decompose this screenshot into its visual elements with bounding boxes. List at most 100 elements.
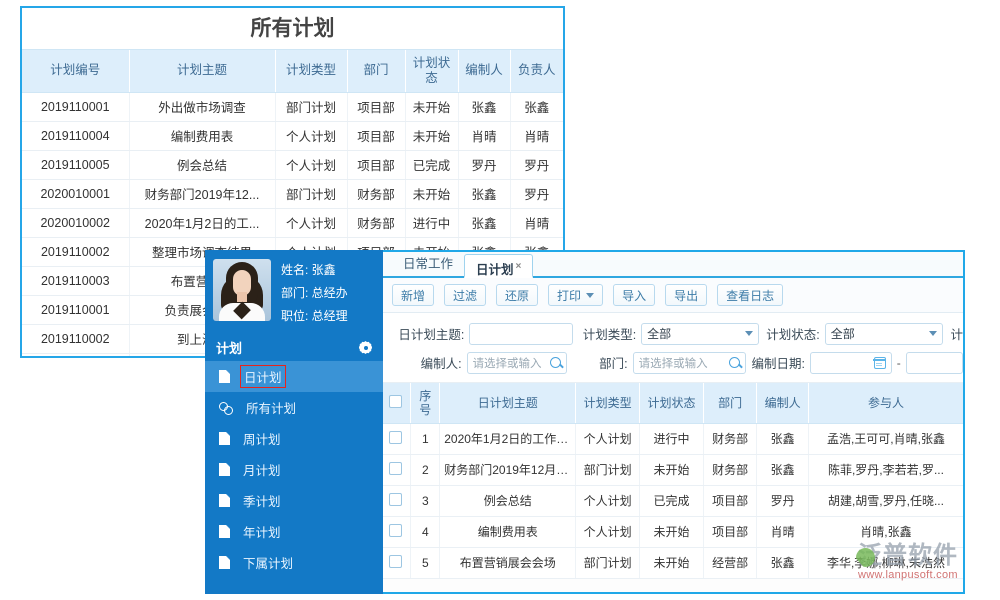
cell-type: 部门计划 [576, 547, 640, 578]
grid-col-status[interactable]: 计划状态 [640, 383, 704, 423]
row-checkbox[interactable] [389, 462, 402, 475]
col-header-maker[interactable]: 编制人 [458, 50, 510, 92]
sidebar-item-年计划[interactable]: 年计划 [205, 516, 383, 547]
cell-maker: 罗丹 [458, 150, 510, 179]
cell-department: 经营部 [703, 547, 757, 578]
grid-col-index[interactable]: 序号 [411, 383, 440, 423]
grid-col-theme[interactable]: 日计划主题 [440, 383, 576, 423]
col-header-plan-status[interactable]: 计划状态 [405, 50, 458, 92]
cell-plan-no: 2019110003 [22, 266, 129, 295]
date-to-input[interactable] [906, 352, 963, 374]
search-icon[interactable] [550, 357, 561, 368]
grid-col-participants[interactable]: 参与人 [808, 383, 963, 423]
sidebar-item-下属计划[interactable]: 下属计划 [205, 547, 383, 578]
cell-plan-no: 2019110002 [22, 237, 129, 266]
table-row[interactable]: 2020010001财务部门2019年12...部门计划财务部未开始张鑫罗丹 [22, 179, 563, 208]
sidebar-item-日计划[interactable]: 日计划 [205, 361, 383, 392]
cell-type: 部门计划 [576, 454, 640, 485]
select-all-header[interactable] [380, 383, 411, 423]
table-row[interactable]: 2财务部门2019年12月的...部门计划未开始财务部张鑫陈菲,罗丹,李若若,罗… [380, 454, 963, 485]
cell-maker: 张鑫 [458, 92, 510, 121]
cell-row-checkbox[interactable] [380, 516, 411, 547]
col-header-plan-type[interactable]: 计划类型 [275, 50, 347, 92]
tab-daily-plan[interactable]: 日计划× [464, 254, 533, 278]
cell-row-checkbox[interactable] [380, 423, 411, 454]
document-icon [219, 432, 230, 445]
cell-department: 财务部 [347, 179, 405, 208]
col-header-owner[interactable]: 负责人 [510, 50, 563, 92]
tab-daily-work[interactable]: 日常工作 [392, 252, 464, 276]
grid-col-maker[interactable]: 编制人 [757, 383, 809, 423]
row-checkbox[interactable] [389, 431, 402, 444]
date-from-input[interactable] [810, 352, 892, 374]
sidebar-item-周计划[interactable]: 周计划 [205, 423, 383, 454]
cell-status: 未开始 [640, 547, 704, 578]
cell-plan-status: 进行中 [405, 208, 458, 237]
cell-theme[interactable]: 例会总结 [440, 485, 576, 516]
close-icon[interactable]: × [516, 261, 522, 272]
table-row[interactable]: 2019110005例会总结个人计划项目部已完成罗丹罗丹 [22, 150, 563, 179]
row-checkbox[interactable] [389, 493, 402, 506]
table-row[interactable]: 2019110004编制费用表个人计划项目部未开始肖晴肖晴 [22, 121, 563, 150]
cell-maker: 肖晴 [458, 121, 510, 150]
table-row[interactable]: 20200100022020年1月2日的工...个人计划财务部进行中张鑫肖晴 [22, 208, 563, 237]
cell-row-checkbox[interactable] [380, 454, 411, 485]
table-row[interactable]: 2019110001外出做市场调查部门计划项目部未开始张鑫张鑫 [22, 92, 563, 121]
table-row[interactable]: 3例会总结个人计划已完成项目部罗丹胡建,胡雪,罗丹,任晓... [380, 485, 963, 516]
col-header-plan-theme[interactable]: 计划主题 [129, 50, 275, 92]
status-filter-select[interactable]: 全部 [825, 323, 943, 345]
restore-button[interactable]: 还原 [496, 284, 538, 306]
cell-plan-type: 个人计划 [275, 121, 347, 150]
dept-filter-input[interactable]: 请选择或输入 [633, 352, 747, 374]
gear-icon[interactable] [359, 341, 372, 354]
cell-row-checkbox[interactable] [380, 485, 411, 516]
cell-plan-no: 2020010002 [22, 208, 129, 237]
cell-theme[interactable]: 编制费用表 [440, 516, 576, 547]
cell-plan-no: 2019110002 [22, 324, 129, 353]
cell-participants: 孟浩,王可可,肖晴,张鑫 [808, 423, 963, 454]
tab-daily-plan-label: 日计划 [476, 263, 514, 277]
link-icon [219, 401, 233, 414]
profile-name: 姓名: 张鑫 [281, 261, 348, 278]
grid-col-type[interactable]: 计划类型 [576, 383, 640, 423]
sidebar-item-label: 季计划 [240, 490, 284, 511]
cell-plan-theme: 外出做市场调查 [129, 92, 275, 121]
all-plans-header-row: 计划编号 计划主题 计划类型 部门 计划状态 编制人 负责人 [22, 50, 563, 92]
cell-row-checkbox[interactable] [380, 547, 411, 578]
print-button[interactable]: 打印 [548, 284, 603, 306]
cell-theme[interactable]: 财务部门2019年12月的... [440, 454, 576, 485]
table-row[interactable]: 5布置营销展会会场部门计划未开始经营部张鑫李华,李娜,柳琳,朱浩然 [380, 547, 963, 578]
row-checkbox[interactable] [389, 555, 402, 568]
view-log-button[interactable]: 查看日志 [717, 284, 783, 306]
cell-department: 财务部 [703, 423, 757, 454]
cell-plan-status: 未开始 [405, 179, 458, 208]
cell-owner: 肖晴 [510, 208, 563, 237]
type-filter-select[interactable]: 全部 [641, 323, 759, 345]
cell-theme[interactable]: 2020年1月2日的工作日... [440, 423, 576, 454]
cell-maker: 张鑫 [458, 208, 510, 237]
import-button[interactable]: 导入 [613, 284, 655, 306]
export-button[interactable]: 导出 [665, 284, 707, 306]
cell-index: 3 [411, 485, 440, 516]
col-header-department[interactable]: 部门 [347, 50, 405, 92]
row-checkbox[interactable] [389, 524, 402, 537]
cell-status: 进行中 [640, 423, 704, 454]
maker-filter-input[interactable]: 请选择或输入 [467, 352, 568, 374]
add-button[interactable]: 新增 [392, 284, 434, 306]
grid-col-dept[interactable]: 部门 [703, 383, 757, 423]
chevron-down-icon [745, 331, 753, 336]
maker-filter-label: 编制人: [388, 353, 462, 372]
sidebar-item-季计划[interactable]: 季计划 [205, 485, 383, 516]
table-row[interactable]: 12020年1月2日的工作日...个人计划进行中财务部张鑫孟浩,王可可,肖晴,张… [380, 423, 963, 454]
theme-filter-input[interactable] [469, 323, 573, 345]
col-header-plan-no[interactable]: 计划编号 [22, 50, 129, 92]
search-icon[interactable] [729, 357, 740, 368]
select-all-checkbox[interactable] [389, 395, 402, 408]
sidebar-item-所有计划[interactable]: 所有计划 [205, 392, 383, 423]
filter-button[interactable]: 过滤 [444, 284, 486, 306]
cell-theme[interactable]: 布置营销展会会场 [440, 547, 576, 578]
calendar-icon[interactable] [874, 357, 886, 369]
table-row[interactable]: 4编制费用表个人计划未开始项目部肖晴肖晴,张鑫 [380, 516, 963, 547]
sidebar-item-月计划[interactable]: 月计划 [205, 454, 383, 485]
profile-dept: 部门: 总经办 [281, 284, 348, 301]
